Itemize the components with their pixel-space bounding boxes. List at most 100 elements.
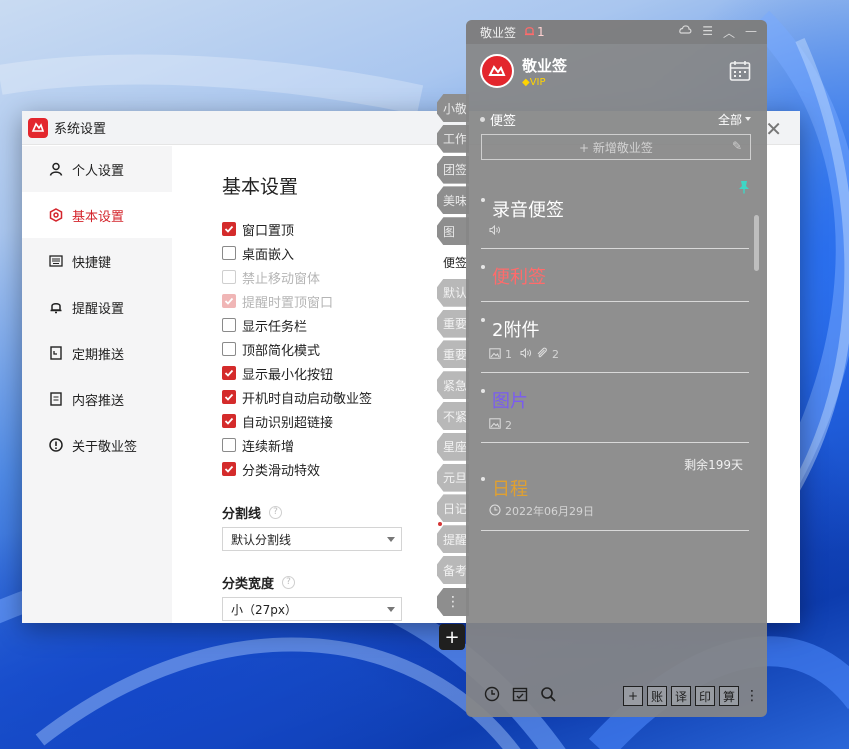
category-tab[interactable]: 备考 xyxy=(437,556,469,584)
category-tab[interactable]: 小敬 xyxy=(437,94,469,122)
note-meta-text: 2022年06月29日 xyxy=(505,505,594,518)
note-meta: 2022年06月29日 xyxy=(489,503,598,519)
sidebar-item-scheduled-push[interactable]: 定期推送 xyxy=(22,330,172,376)
minimize-icon[interactable]: — xyxy=(745,24,757,41)
category-tab[interactable]: 重要 xyxy=(437,340,469,369)
checkbox-label: 顶部简化模式 xyxy=(242,343,321,359)
settings-sidebar: 个人设置 基本设置 快捷键 提醒设置 定期推送 内容推送 关于敬业签 xyxy=(22,146,172,623)
notes-window-tools: ☰ ︿ — xyxy=(678,24,757,41)
chevron-down-icon xyxy=(387,607,395,612)
category-tab[interactable]: 日记 xyxy=(437,494,469,523)
remaining-days: 剩余199天 xyxy=(684,458,743,472)
category-tab[interactable]: 便签 xyxy=(437,248,469,276)
notes-bottom-toolbar: + 账译印算 ⋮ xyxy=(466,675,767,717)
search-icon[interactable] xyxy=(540,686,556,706)
user-profile[interactable]: 敬业签 ◆ VIP xyxy=(480,54,567,88)
bell-icon xyxy=(48,299,64,315)
category-tab[interactable]: 提醒 xyxy=(437,525,469,554)
checkbox[interactable] xyxy=(222,318,236,332)
notes-titlebar[interactable]: 敬业签 1 ☰ ︿ — xyxy=(466,20,767,44)
audio-icon xyxy=(489,224,501,238)
category-tab[interactable]: 元旦 xyxy=(437,463,469,492)
help-icon[interactable]: ? xyxy=(269,505,283,519)
filter-dropdown[interactable]: 全部 xyxy=(718,111,751,128)
checkbox-label: 开机时自动启动敬业签 xyxy=(242,391,373,407)
note-meta-text: 2 xyxy=(505,418,512,432)
sidebar-item-basic[interactable]: 基本设置 xyxy=(22,192,172,238)
new-note-input[interactable]: + 新增敬业签 ✎ xyxy=(481,134,751,160)
bell-icon[interactable] xyxy=(524,25,535,40)
checkbox-label: 分类滑动特效 xyxy=(242,463,321,479)
sidebar-item-label: 个人设置 xyxy=(72,163,125,179)
sidebar-item-about[interactable]: 关于敬业签 xyxy=(22,422,172,468)
category-tab[interactable]: 团签 xyxy=(437,155,469,184)
translate-button[interactable]: 译 xyxy=(671,686,691,706)
cloud-sync-icon[interactable] xyxy=(678,24,692,41)
help-icon[interactable]: ? xyxy=(282,575,296,589)
document-icon xyxy=(48,391,64,407)
collapse-icon[interactable]: ︿ xyxy=(723,24,735,41)
sidebar-item-reminder[interactable]: 提醒设置 xyxy=(22,284,172,330)
calculator-button[interactable]: 算 xyxy=(719,686,739,706)
note-meta-text: 1 xyxy=(505,348,512,361)
category-tab[interactable]: 紧急 xyxy=(437,371,469,400)
image-icon xyxy=(489,418,501,432)
note-title: 图片 xyxy=(492,391,528,412)
note-item[interactable]: 图片 2 xyxy=(481,373,749,443)
checkbox[interactable] xyxy=(222,366,236,380)
sidebar-item-content-push[interactable]: 内容推送 xyxy=(22,376,172,422)
add-category-button[interactable]: + xyxy=(439,624,465,650)
image-icon xyxy=(489,347,501,362)
note-item[interactable]: 日程 2022年06月29日 xyxy=(481,463,749,531)
width-select[interactable]: 小（27px） xyxy=(222,597,402,621)
divider-select[interactable]: 默认分割线 xyxy=(222,527,402,551)
category-tab[interactable]: 工作 xyxy=(437,124,469,153)
checkbox-label: 窗口置顶 xyxy=(242,223,295,239)
avatar[interactable] xyxy=(480,54,514,88)
clock-icon[interactable] xyxy=(484,686,500,706)
category-tab[interactable]: 重要 xyxy=(437,309,469,338)
category-tab[interactable]: 星座 xyxy=(437,432,469,461)
category-tab[interactable]: 默认 xyxy=(437,278,469,307)
checkbox-label: 显示任务栏 xyxy=(242,319,308,335)
checkbox[interactable] xyxy=(222,222,236,236)
note-item[interactable]: 录音便签 xyxy=(481,186,749,249)
more-categories-button[interactable]: ⋮ xyxy=(437,588,469,616)
calendar-icon[interactable] xyxy=(729,60,751,82)
edit-icon[interactable]: ✎ xyxy=(732,139,742,153)
category-tab[interactable]: 不紧 xyxy=(437,402,469,430)
add-note-button[interactable]: + xyxy=(623,686,643,706)
sidebar-item-shortcuts[interactable]: 快捷键 xyxy=(22,238,172,284)
sidebar-item-label: 基本设置 xyxy=(72,209,125,225)
checkbox[interactable] xyxy=(222,462,236,476)
note-meta xyxy=(489,224,501,238)
checkbox[interactable] xyxy=(222,246,236,260)
note-bullet xyxy=(481,265,485,269)
category-tab[interactable]: 美味 xyxy=(437,186,469,215)
task-calendar-icon[interactable] xyxy=(512,686,528,706)
scrollbar[interactable] xyxy=(754,215,759,271)
note-bullet xyxy=(481,389,485,393)
checkbox[interactable] xyxy=(222,438,236,452)
checkbox[interactable] xyxy=(222,390,236,404)
category-tab[interactable]: 图 xyxy=(437,217,469,246)
sidebar-item-label: 定期推送 xyxy=(72,347,125,363)
menu-icon[interactable]: ☰ xyxy=(702,24,713,41)
checkbox[interactable] xyxy=(222,414,236,428)
note-item[interactable]: 2附件 1 2 xyxy=(481,302,749,373)
more-icon[interactable]: ⋮ xyxy=(745,688,759,704)
bell-count: 1 xyxy=(537,25,545,39)
close-icon[interactable]: ✕ xyxy=(765,117,782,141)
note-item[interactable]: 便利签 xyxy=(481,249,749,302)
sidebar-item-personal[interactable]: 个人设置 xyxy=(22,146,172,192)
sidebar-item-label: 快捷键 xyxy=(72,255,112,271)
print-button[interactable]: 印 xyxy=(695,686,715,706)
ledger-button[interactable]: 账 xyxy=(647,686,667,706)
note-meta: 2 xyxy=(489,418,516,432)
note-title: 便利签 xyxy=(492,267,546,288)
checkbox-label: 提醒时置顶窗口 xyxy=(242,295,334,311)
notes-panel: 敬业签 1 ☰ ︿ — 敬业签 ◆ VIP 便签 全部 + 新增敬业签 ✎ 录音… xyxy=(466,20,767,717)
width-label-text: 分类宽度 xyxy=(222,576,275,592)
settings-window-title: 系统设置 xyxy=(54,122,107,137)
checkbox[interactable] xyxy=(222,342,236,356)
